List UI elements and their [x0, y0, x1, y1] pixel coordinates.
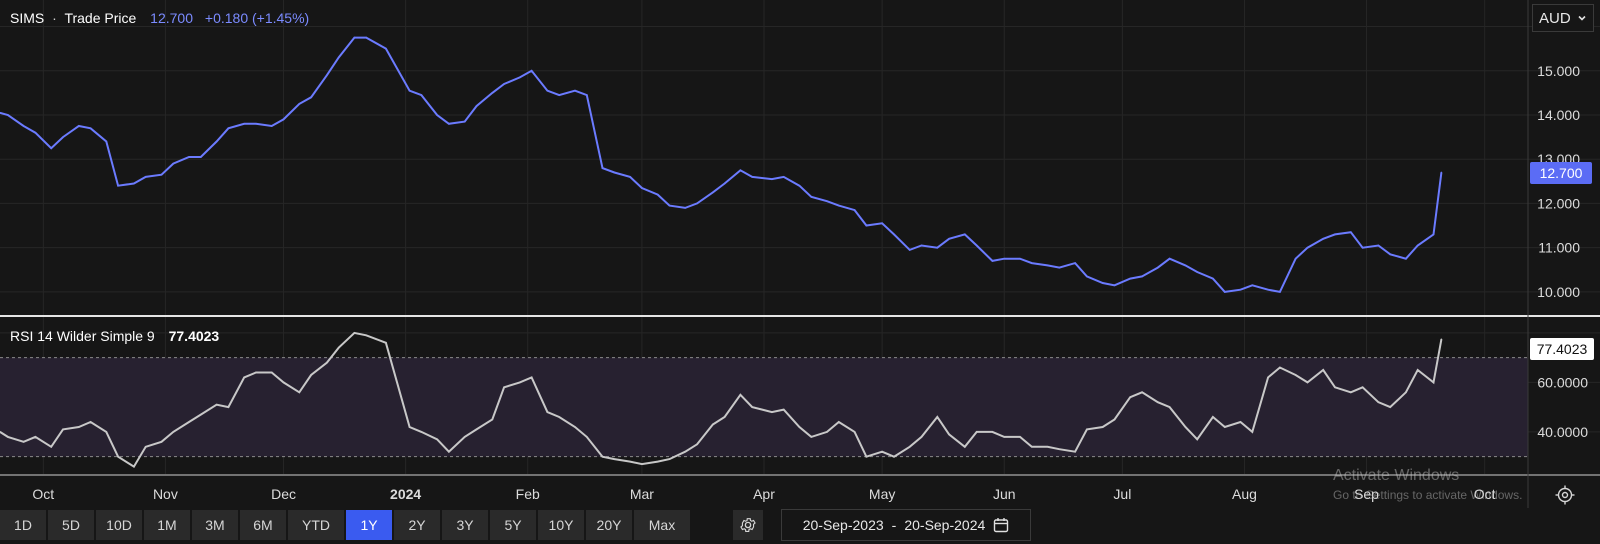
date-range-end: 20-Sep-2024 [904, 517, 986, 533]
activate-windows-watermark: Activate Windows Go to Settings to activ… [1333, 467, 1522, 502]
x-tick-label: 2024 [390, 486, 421, 502]
x-tick-label: Oct [32, 486, 54, 502]
chart-svg: 10.00011.00012.00013.00014.00015.000 40.… [0, 0, 1600, 508]
range-button-10y[interactable]: 10Y [538, 510, 584, 540]
rsi-legend-value: 77.4023 [169, 328, 220, 344]
reset-view-button[interactable] [1552, 482, 1578, 508]
range-button-max[interactable]: Max [634, 510, 690, 540]
range-button-2y[interactable]: 2Y [394, 510, 440, 540]
x-tick-label: Dec [271, 486, 296, 502]
range-button-3y[interactable]: 3Y [442, 510, 488, 540]
chart-settings-button[interactable] [733, 510, 763, 540]
chevron-down-icon [1578, 15, 1586, 21]
x-tick-label: Feb [516, 486, 540, 502]
watermark-line2: Go to Settings to activate Windows. [1333, 488, 1523, 502]
range-toolbar: 1D 5D 10D 1M 3M 6M YTD 1Y 2Y 3Y 5Y 10Y 20Y Max [0, 510, 690, 540]
range-button-1y[interactable]: 1Y [346, 510, 392, 540]
target-icon [1555, 485, 1575, 505]
range-button-10d[interactable]: 10D [96, 510, 142, 540]
rsi-axis-ticks: 40.0000 60.0000 [1537, 374, 1588, 440]
rsi-y-tick-label: 40.0000 [1537, 424, 1588, 440]
range-button-1d[interactable]: 1D [0, 510, 46, 540]
gear-icon [740, 518, 756, 532]
x-tick-label: Jul [1113, 486, 1131, 502]
price-legend-symbol: SIMS [10, 10, 44, 26]
currency-value: AUD [1539, 9, 1571, 27]
rsi-legend-name: RSI 14 Wilder Simple 9 [10, 328, 155, 344]
rsi-last-badge: 77.4023 [1530, 338, 1594, 360]
price-legend-last: 12.700 [150, 10, 193, 26]
price-legend-name: Trade Price [64, 10, 136, 26]
price-y-tick-label: 14.000 [1537, 107, 1580, 123]
price-y-tick-label: 12.000 [1537, 195, 1580, 211]
price-last-badge-text: 12.700 [1540, 165, 1583, 181]
range-button-3m[interactable]: 3M [192, 510, 238, 540]
x-tick-label: Nov [153, 486, 178, 502]
x-tick-label: Jun [993, 486, 1016, 502]
price-series-line [0, 36, 1443, 294]
range-button-1m[interactable]: 1M [144, 510, 190, 540]
watermark-line1: Activate Windows [1333, 467, 1460, 484]
price-y-tick-label: 11.000 [1538, 240, 1580, 256]
x-tick-label: May [869, 486, 895, 502]
date-range-dash: - [891, 517, 897, 533]
date-range-start: 20-Sep-2023 [802, 517, 884, 533]
price-y-tick-label: 10.000 [1537, 284, 1580, 300]
currency-select[interactable]: AUD [1532, 4, 1594, 32]
range-button-ytd[interactable]: YTD [288, 510, 344, 540]
rsi-y-tick-label: 60.0000 [1537, 374, 1588, 390]
rsi-legend: RSI 14 Wilder Simple 9 77.4023 [10, 328, 219, 344]
price-points [0, 36, 1443, 293]
calendar-icon [994, 518, 1009, 533]
x-tick-label: Mar [630, 486, 654, 502]
range-button-20y[interactable]: 20Y [586, 510, 632, 540]
x-axis-ticks: Oct Nov Dec 2024 Feb Mar Apr May Jun Jul Aug Sep Oct [32, 486, 1495, 502]
price-legend: SIMS · Trade Price 12.700 +0.180 (+1.45%… [10, 10, 309, 26]
price-y-tick-label: 15.000 [1537, 63, 1580, 79]
x-tick-label: Apr [753, 486, 775, 502]
range-button-5y[interactable]: 5Y [490, 510, 536, 540]
price-legend-change: +0.180 (+1.45%) [205, 10, 309, 26]
range-button-6m[interactable]: 6M [240, 510, 286, 540]
date-range-picker[interactable]: 20-Sep-2023 - 20-Sep-2024 [781, 509, 1031, 541]
range-button-5d[interactable]: 5D [48, 510, 94, 540]
x-tick-label: Aug [1232, 486, 1257, 502]
rsi-last-badge-text: 77.4023 [1537, 341, 1588, 357]
price-last-badge: 12.700 [1530, 162, 1592, 184]
price-legend-separator: · [52, 10, 57, 26]
